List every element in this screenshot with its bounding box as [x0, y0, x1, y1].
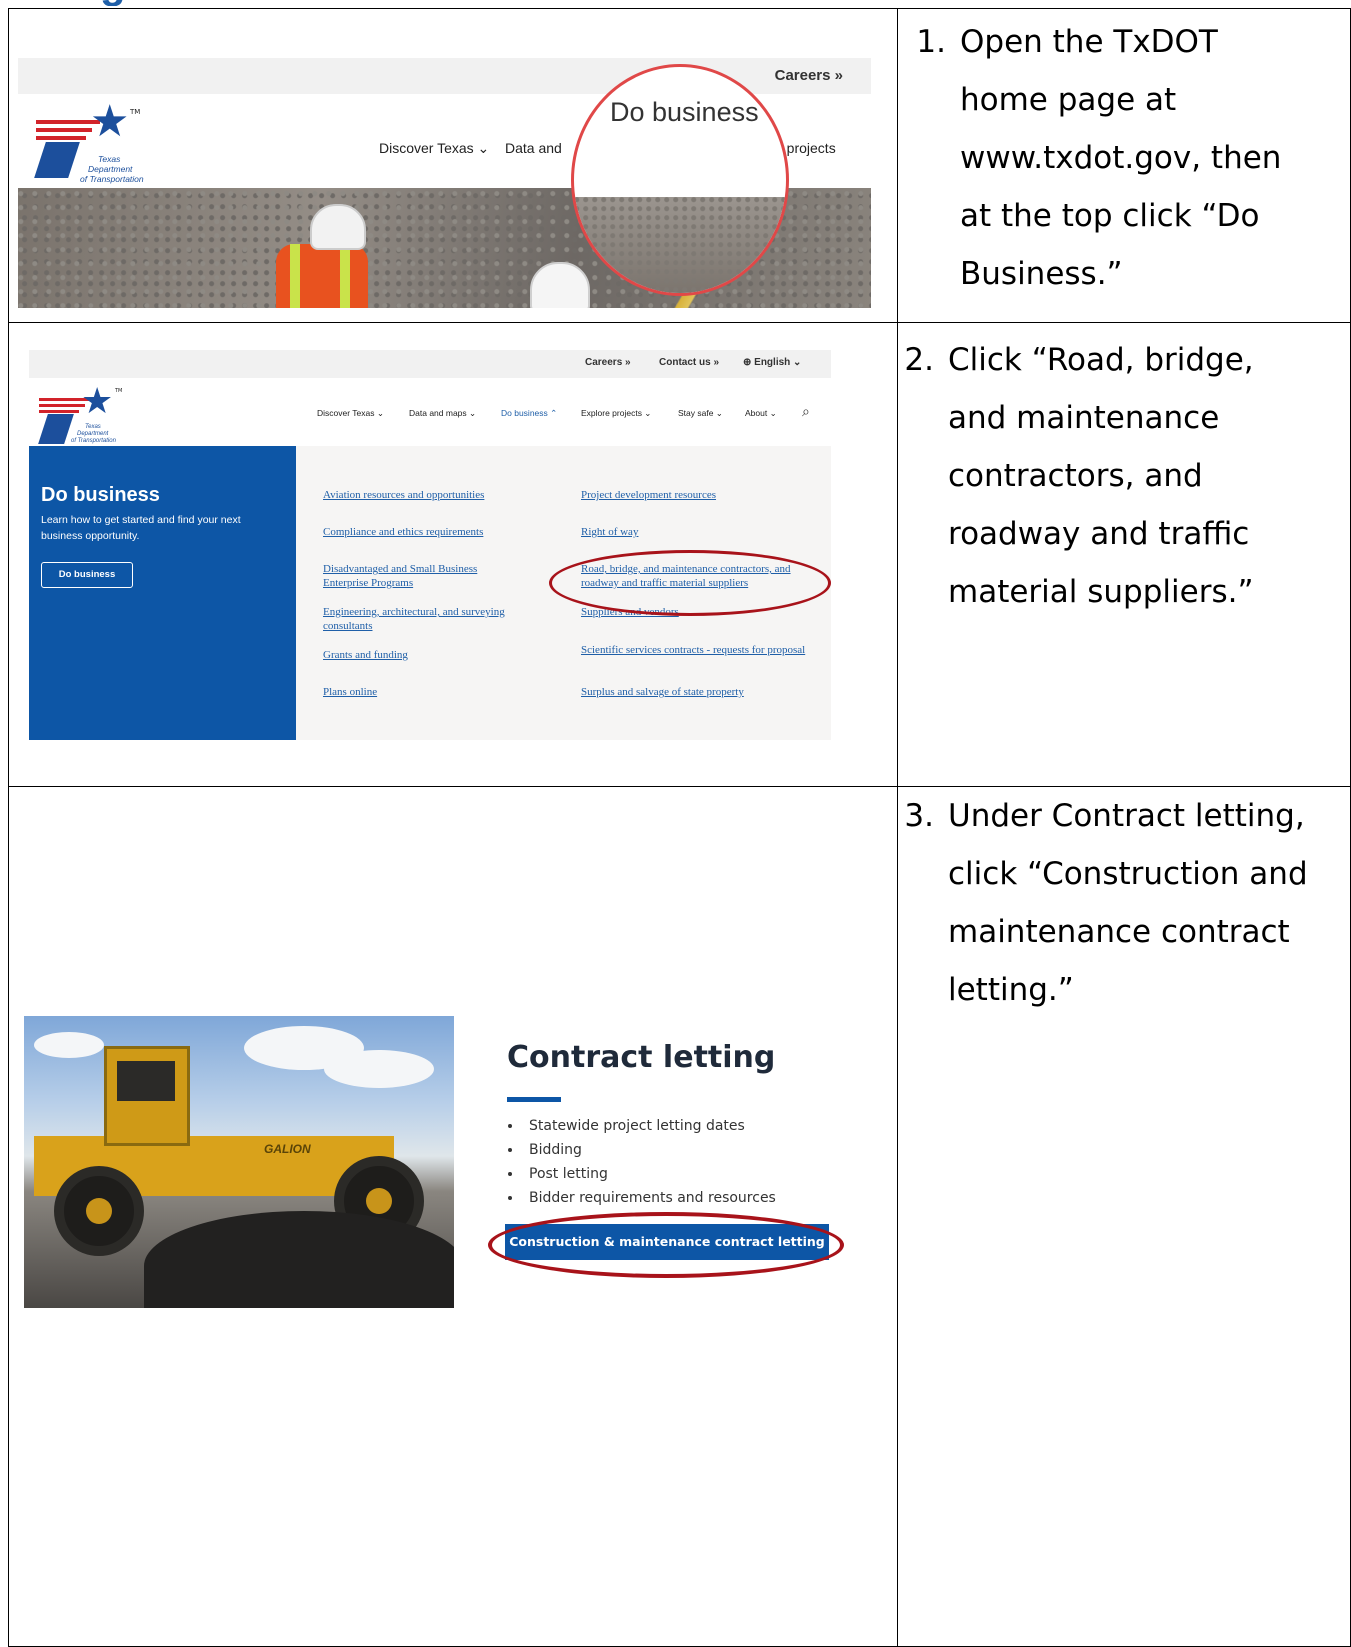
list-item: Bidding	[523, 1138, 776, 1162]
star-icon: ★	[81, 381, 114, 422]
nav-explore-projects[interactable]: Explore projects ⌄	[581, 408, 651, 419]
instruction-line: contractors, and	[948, 458, 1203, 494]
language-selector[interactable]: ⊕ English ⌄	[743, 357, 801, 368]
instruction-line: roadway and traffic	[948, 516, 1250, 552]
menu-link-surplus-salvage[interactable]: Surplus and salvage of state property	[581, 685, 811, 699]
do-business-panel: Do business Learn how to get started and…	[29, 446, 296, 740]
txdot-logo: ★ TM Texas Department of Transportation	[34, 96, 146, 184]
step-number: 2.	[904, 342, 934, 378]
motor-grader-photo: GALION	[24, 1016, 454, 1308]
magnified-photo	[574, 197, 786, 293]
instruction-line: home page at	[960, 82, 1177, 118]
menu-link-engineering[interactable]: Engineering, architectural, and surveyin…	[323, 605, 548, 633]
menu-link-dbe-programs[interactable]: Disadvantaged and Small Business Enterpr…	[323, 562, 523, 590]
step-1-instruction-cell: 1. Open the TxDOT home page at www.txdot.…	[897, 8, 1351, 323]
instruction-line: www.txdot.gov, then	[960, 140, 1282, 176]
menu-link-right-of-way[interactable]: Right of way	[581, 525, 811, 539]
star-icon: ★	[90, 96, 130, 147]
instruction-line: and maintenance	[948, 400, 1220, 436]
search-icon[interactable]: ⌕	[802, 404, 810, 420]
step-3-screenshot: GALION Contract letting Statewide projec…	[24, 1000, 854, 1308]
nav-stay-safe[interactable]: Stay safe ⌄	[678, 408, 723, 419]
list-item: Statewide project letting dates	[523, 1114, 776, 1138]
instruction-line: Click “Road, bridge,	[948, 342, 1254, 378]
panel-title: Do business	[41, 484, 160, 506]
wheel	[54, 1166, 144, 1256]
menu-link-plans-online[interactable]: Plans online	[323, 685, 553, 699]
step-3-instruction-cell: 3. Under Contract letting, click “Constru…	[897, 786, 1351, 1647]
list-item: Post letting	[523, 1162, 776, 1186]
hard-hat	[310, 204, 366, 250]
contact-us-link[interactable]: Contact us »	[659, 357, 719, 368]
magnifier-callout: Do business	[571, 64, 789, 296]
contract-letting-title: Contract letting	[507, 1040, 776, 1075]
nav-data-and-maps[interactable]: Data and	[505, 140, 562, 156]
nav-discover-texas[interactable]: Discover Texas ⌄	[317, 408, 384, 419]
list-item: Bidder requirements and resources	[523, 1186, 776, 1210]
step-2-instruction-cell: 2. Click “Road, bridge, and maintenance c…	[897, 322, 1351, 787]
instruction-line: material suppliers.”	[948, 574, 1254, 610]
machine-label: GALION	[264, 1142, 311, 1156]
utility-bar: Careers » Contact us » ⊕ English ⌄	[29, 350, 831, 378]
title-underline	[507, 1097, 561, 1102]
page-heading-fragment: g	[100, 0, 180, 6]
menu-link-grants[interactable]: Grants and funding	[323, 648, 553, 662]
panel-description: Learn how to get started and find your n…	[41, 514, 241, 542]
menu-link-project-development[interactable]: Project development resources	[581, 488, 811, 502]
highlight-oval	[549, 550, 831, 616]
menu-link-compliance[interactable]: Compliance and ethics requirements	[323, 525, 553, 539]
do-business-zoomed-label[interactable]: Do business	[610, 97, 759, 128]
asphalt-pile	[144, 1211, 454, 1308]
contract-letting-list: Statewide project letting dates Bidding …	[507, 1114, 776, 1210]
instruction-line: at the top click “Do	[960, 198, 1260, 234]
instruction-line: Open the TxDOT	[960, 24, 1218, 60]
step-1-screenshot: Careers » ★ TM Texas Department of Trans…	[18, 58, 871, 308]
txdot-logo: ★ TM Texas Department of Transportation	[38, 381, 129, 446]
instruction-line: Under Contract letting,	[948, 798, 1305, 834]
step-2-screenshot: Careers » Contact us » ⊕ English ⌄ ★ TM …	[29, 350, 831, 740]
worker-figure	[276, 244, 368, 308]
highlight-oval	[488, 1212, 844, 1278]
nav-do-business[interactable]: Do business ⌃	[501, 408, 557, 419]
do-business-button[interactable]: Do business	[41, 562, 133, 588]
grader-cab	[104, 1046, 190, 1146]
instruction-line: click “Construction and	[948, 856, 1308, 892]
nav-data-and-maps[interactable]: Data and maps ⌄	[409, 408, 476, 419]
nav-about[interactable]: About ⌄	[745, 408, 777, 419]
step-number: 3.	[904, 798, 934, 834]
menu-link-scientific-services[interactable]: Scientific services contracts - requests…	[581, 643, 819, 657]
menu-link-aviation[interactable]: Aviation resources and opportunities	[323, 488, 553, 502]
step-number: 1.	[916, 24, 946, 60]
instruction-line: letting.”	[948, 972, 1074, 1008]
nav-discover-texas[interactable]: Discover Texas ⌄	[379, 140, 489, 157]
careers-link[interactable]: Careers »	[585, 357, 631, 368]
instruction-line: maintenance contract	[948, 914, 1290, 950]
instruction-line: Business.”	[960, 256, 1123, 292]
careers-link[interactable]: Careers »	[775, 67, 843, 84]
